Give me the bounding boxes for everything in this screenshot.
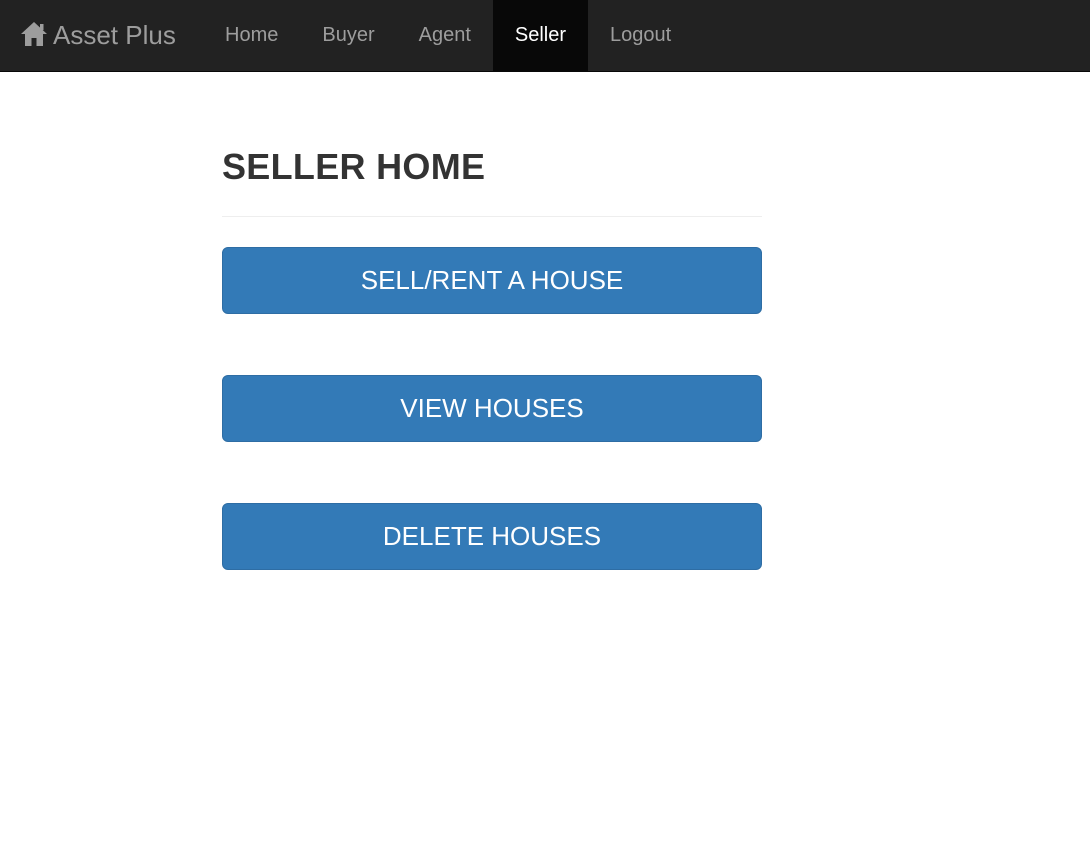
brand-label: Asset Plus [53,20,176,50]
nav-item-seller[interactable]: Seller [492,0,589,71]
sell-rent-house-button[interactable]: SELL/RENT A HOUSE [222,247,762,314]
view-houses-button[interactable]: VIEW HOUSES [222,375,762,442]
delete-houses-button[interactable]: DELETE HOUSES [222,503,762,570]
nav-item-buyer[interactable]: Buyer [300,0,396,71]
home-icon [19,19,49,49]
main-nav: Home Buyer Agent Seller Logout [203,0,693,71]
nav-item-agent[interactable]: Agent [397,0,493,71]
page-title: SELLER HOME [222,146,486,187]
top-navbar: Asset Plus Home Buyer Agent Seller Logou… [0,0,1090,72]
nav-item-home[interactable]: Home [203,0,300,71]
title-divider [222,216,762,217]
brand-link[interactable]: Asset Plus [19,0,176,71]
nav-item-logout[interactable]: Logout [588,0,693,71]
